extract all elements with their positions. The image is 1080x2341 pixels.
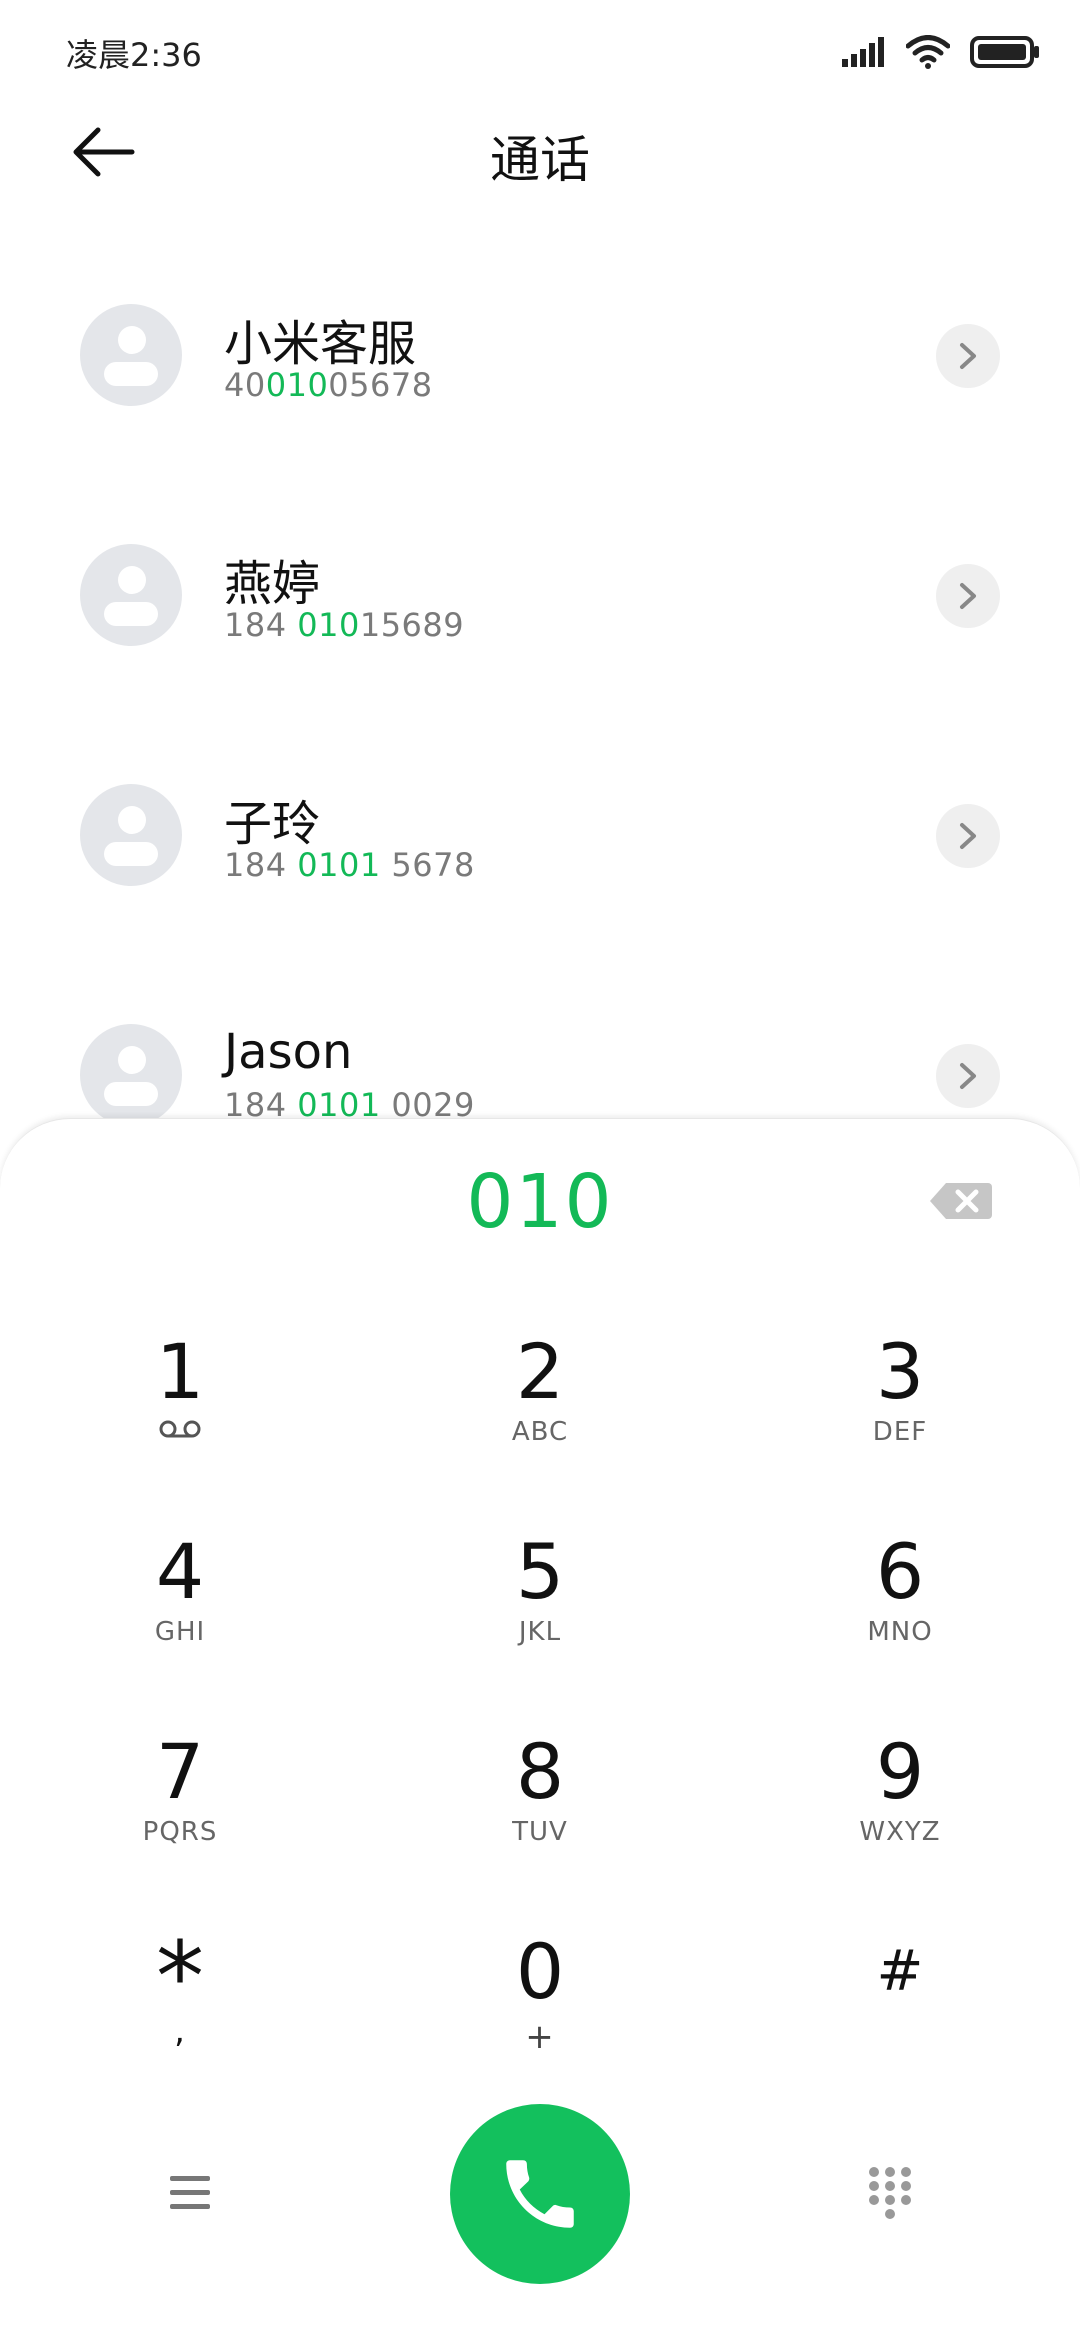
chevron-right-icon xyxy=(960,343,976,369)
key-digit: 2 xyxy=(515,1327,565,1416)
key-6[interactable]: 6 MNO xyxy=(770,1529,1030,1699)
key-letters xyxy=(770,2017,1030,2047)
status-icons xyxy=(842,32,1040,72)
key-digit: 7 xyxy=(155,1727,205,1816)
key-digit: 9 xyxy=(875,1727,925,1816)
key-letters: , xyxy=(174,2011,186,2051)
header: 通话 xyxy=(0,100,1080,210)
contact-detail-button[interactable] xyxy=(936,1044,1000,1108)
key-2[interactable]: 2 ABC xyxy=(410,1329,670,1499)
chevron-right-icon xyxy=(960,1063,976,1089)
key-star[interactable]: * , xyxy=(50,1929,310,2099)
dialer-action-bar xyxy=(0,2090,1080,2290)
voicemail-icon xyxy=(50,1417,310,1447)
avatar xyxy=(80,304,182,406)
key-letters: + xyxy=(525,2017,555,2057)
page-title: 通话 xyxy=(490,131,590,189)
key-digit: # xyxy=(876,1939,924,2004)
backspace-icon xyxy=(930,1183,992,1219)
chevron-right-icon xyxy=(960,583,976,609)
key-4[interactable]: 4 GHI xyxy=(50,1529,310,1699)
contact-name: 小米客服 xyxy=(224,316,417,372)
key-digit: 4 xyxy=(155,1527,205,1616)
key-letters: MNO xyxy=(867,1617,933,1647)
status-time: 凌晨2:36 xyxy=(66,36,202,74)
contact-row[interactable]: 小米客服 4001005678 xyxy=(0,230,1080,470)
avatar xyxy=(80,544,182,646)
key-digit: 8 xyxy=(515,1727,565,1816)
key-letters: DEF xyxy=(872,1417,928,1447)
key-5[interactable]: 5 JKL xyxy=(410,1529,670,1699)
contact-number: 184 01015689 xyxy=(224,606,465,644)
key-letters: GHI xyxy=(154,1617,206,1647)
dialed-number-display[interactable]: 010 xyxy=(0,1159,1080,1245)
key-hash[interactable]: # xyxy=(770,1929,1030,2099)
avatar xyxy=(80,784,182,886)
key-letters: ABC xyxy=(511,1417,569,1447)
contact-number: 4001005678 xyxy=(224,366,433,404)
key-digit: 6 xyxy=(875,1527,925,1616)
contact-row[interactable]: 子玲 184 0101 5678 xyxy=(0,710,1080,950)
key-letters: WXYZ xyxy=(859,1817,941,1847)
key-digit: 3 xyxy=(875,1327,925,1416)
contact-name: Jason xyxy=(224,1024,353,1080)
keypad-toggle-button[interactable] xyxy=(866,2164,914,2224)
contact-detail-button[interactable] xyxy=(936,804,1000,868)
key-letters: TUV xyxy=(512,1817,568,1847)
key-7[interactable]: 7 PQRS xyxy=(50,1729,310,1899)
avatar xyxy=(80,1024,182,1126)
key-1[interactable]: 1 xyxy=(50,1329,310,1499)
menu-button[interactable] xyxy=(160,2170,220,2220)
chevron-right-icon xyxy=(960,823,976,849)
backspace-button[interactable] xyxy=(930,1181,992,1221)
contact-detail-button[interactable] xyxy=(936,324,1000,388)
key-0[interactable]: 0 + xyxy=(410,1929,670,2099)
contact-name: 燕婷 xyxy=(224,556,321,612)
contact-row[interactable]: 燕婷 184 01015689 xyxy=(0,470,1080,710)
contact-list: 小米客服 4001005678 燕婷 184 01015689 子玲 184 0… xyxy=(0,230,1080,1190)
wifi-icon xyxy=(906,35,950,69)
key-letters: PQRS xyxy=(142,1817,218,1847)
contact-name: 子玲 xyxy=(224,796,321,852)
key-digit: 1 xyxy=(155,1327,205,1416)
contact-detail-button[interactable] xyxy=(936,564,1000,628)
battery-icon xyxy=(970,36,1039,68)
phone-icon xyxy=(506,2160,574,2228)
status-bar: 凌晨2:36 xyxy=(0,0,1080,100)
key-9[interactable]: 9 WXYZ xyxy=(770,1729,1030,1899)
key-letters: JKL xyxy=(518,1617,562,1647)
key-digit: 5 xyxy=(515,1527,565,1616)
contact-number: 184 0101 5678 xyxy=(224,846,475,884)
menu-icon xyxy=(170,2176,210,2209)
call-button[interactable] xyxy=(450,2104,630,2284)
key-3[interactable]: 3 DEF xyxy=(770,1329,1030,1499)
key-digit: 0 xyxy=(515,1927,565,2016)
key-8[interactable]: 8 TUV xyxy=(410,1729,670,1899)
signal-icon xyxy=(842,37,884,67)
dialpad-icon xyxy=(869,2167,911,2219)
